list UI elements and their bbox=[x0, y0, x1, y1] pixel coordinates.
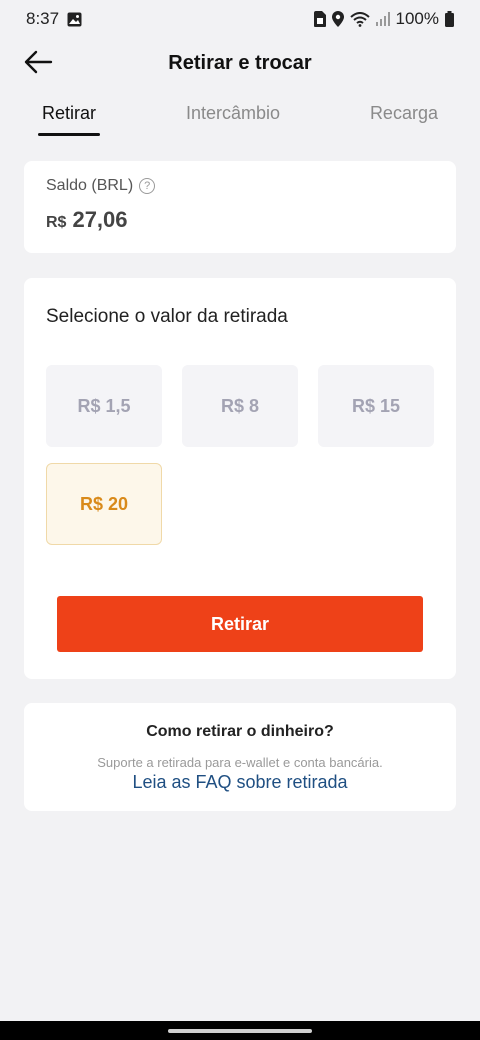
withdraw-amount-card: Selecione o valor da retirada R$ 1,5 R$ … bbox=[24, 278, 456, 679]
signal-icon bbox=[375, 12, 390, 26]
tab-intercambio[interactable]: Intercâmbio bbox=[186, 88, 280, 138]
help-title: Como retirar o dinheiro? bbox=[146, 723, 334, 740]
battery-icon bbox=[445, 11, 454, 27]
header: Retirar e trocar bbox=[0, 38, 480, 88]
tab-bar: Retirar Intercâmbio Recarga bbox=[0, 88, 480, 138]
battery-percent: 100% bbox=[395, 9, 439, 28]
balance-label: Saldo (BRL) bbox=[46, 177, 134, 194]
amount-option-20[interactable]: R$ 20 bbox=[46, 463, 162, 545]
balance-label-row: Saldo (BRL) ? bbox=[46, 177, 434, 195]
amount-option-8[interactable]: R$ 8 bbox=[182, 365, 298, 447]
back-button[interactable] bbox=[20, 46, 56, 82]
balance-card: Saldo (BRL) ? R$ 27,06 bbox=[24, 161, 456, 253]
amount-option-15[interactable]: R$ 15 bbox=[318, 365, 434, 447]
withdraw-button[interactable]: Retirar bbox=[57, 596, 423, 652]
withdraw-amount-title: Selecione o valor da retirada bbox=[46, 306, 288, 327]
wifi-icon bbox=[349, 11, 370, 27]
balance-amount: 27,06 bbox=[72, 207, 128, 232]
tab-recarga[interactable]: Recarga bbox=[370, 88, 438, 138]
arrow-left-icon bbox=[23, 50, 53, 79]
tab-label: Retirar bbox=[42, 102, 97, 123]
tab-label: Recarga bbox=[369, 102, 438, 123]
location-icon bbox=[331, 11, 344, 27]
tab-label: Intercâmbio bbox=[185, 102, 280, 123]
image-icon bbox=[67, 12, 82, 27]
sim-icon bbox=[313, 11, 326, 27]
status-time: 8:37 bbox=[26, 9, 60, 28]
home-handle[interactable] bbox=[168, 1028, 312, 1033]
page-title: Retirar e trocar bbox=[168, 51, 312, 74]
help-subtitle: Suporte a retirada para e-wallet e conta… bbox=[97, 755, 383, 770]
amount-option-1-5[interactable]: R$ 1,5 bbox=[46, 365, 162, 447]
tab-active-indicator bbox=[38, 133, 101, 136]
balance-value: R$ 27,06 bbox=[46, 207, 434, 233]
system-nav-bar bbox=[0, 1021, 480, 1040]
status-bar: 8:37 100% bbox=[0, 0, 480, 38]
tab-retirar[interactable]: Retirar bbox=[38, 88, 101, 138]
balance-currency: R$ bbox=[46, 214, 67, 231]
question-icon[interactable]: ? bbox=[139, 178, 156, 194]
faq-link[interactable]: Leia as FAQ sobre retirada bbox=[132, 772, 347, 793]
help-card: Como retirar o dinheiro? Suporte a retir… bbox=[24, 703, 456, 811]
